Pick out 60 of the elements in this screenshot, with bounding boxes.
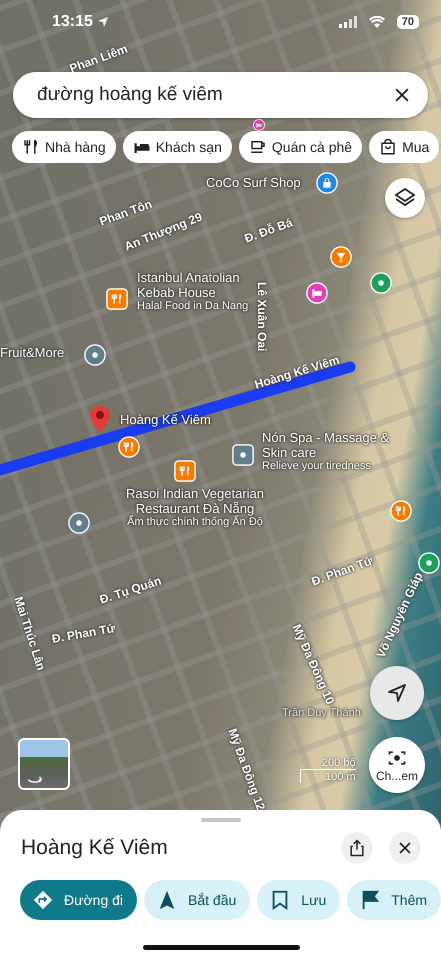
place-label[interactable]: CoCo Surf Shop [206, 175, 301, 190]
action-button[interactable]: Đường đi [20, 880, 138, 920]
share-button[interactable] [341, 832, 373, 864]
cup-icon [248, 138, 267, 156]
status-time: 13:15 [52, 13, 93, 31]
layers-button[interactable] [385, 178, 425, 218]
location-pin-icon[interactable] [88, 404, 112, 434]
street-label: Mỹ Đa Đông 10 [290, 622, 338, 706]
street-label: Phan Tôn [98, 196, 154, 229]
map-pin-icon[interactable] [370, 272, 392, 294]
scale-bar: 100 m [300, 769, 356, 783]
street-label: Hoàng Kế Viêm [252, 352, 342, 392]
street-label: Mỹ Đa Đông 12 [225, 726, 268, 812]
street-label: Đ. Phan Tứ [310, 554, 375, 589]
place-subtitle: Halal Food in Da Nang [137, 300, 248, 313]
action-button[interactable]: Thêm [347, 880, 441, 920]
street-label: Đ. Đỗ Bá [242, 215, 294, 246]
map-pin-icon[interactable] [418, 552, 440, 574]
shopping-bag-icon [379, 138, 398, 156]
navigation-arrow-icon [385, 681, 409, 705]
fork-knife-icon[interactable] [118, 436, 140, 458]
place-label[interactable]: Rasoi Indian Vegetarian Restaurant Đà Nẵng [110, 486, 280, 516]
place-label[interactable]: Fruit&More [0, 345, 64, 360]
scale-label: 200 bộ [322, 757, 356, 769]
street-view-thumbnail[interactable] [18, 738, 70, 790]
street-label: Lê Xuân Oai [255, 282, 269, 352]
fork-knife-icon[interactable] [106, 288, 128, 310]
location-arrow-icon [96, 16, 109, 28]
action-button[interactable]: Lưu [257, 880, 340, 920]
action-button[interactable]: Bắt đầu [144, 880, 250, 920]
street-label: Đ. Phan Tứ [50, 620, 116, 646]
fork-knife-icon[interactable] [174, 460, 196, 482]
category-chip[interactable]: Quán cà phê [238, 131, 362, 163]
map-pin-icon[interactable] [84, 344, 106, 366]
diamond-arrow-icon [32, 889, 54, 911]
close-button[interactable] [389, 832, 421, 864]
category-chip[interactable]: Khách sạn [122, 131, 232, 163]
rotate-arrow-icon [26, 775, 44, 784]
shopping-bag-icon[interactable] [316, 172, 338, 194]
search-field[interactable]: đường hoàng kế viêm [13, 72, 428, 118]
place-subtitle: Relieve your tiredness [262, 460, 371, 473]
bed-icon[interactable] [253, 119, 265, 131]
place-subtitle: Ẩm thực chính thống Ấn Độ [127, 516, 263, 529]
navigation-button[interactable] [370, 666, 424, 720]
map-pin-icon[interactable] [68, 512, 90, 534]
drag-handle[interactable] [200, 818, 240, 822]
fork-knife-icon [22, 138, 40, 156]
battery-indicator: 70 [396, 15, 419, 29]
bed-icon[interactable] [306, 282, 328, 304]
search-input[interactable]: đường hoàng kế viêm [37, 84, 392, 106]
street-label: Đ. Tụ Quán [98, 574, 164, 607]
signal-icon [338, 16, 357, 28]
category-chip[interactable]: Mua [369, 131, 440, 163]
place-title: Hoàng Kế Viêm [21, 836, 169, 860]
cocktail-icon[interactable] [330, 246, 352, 268]
camera-button[interactable]: Ch...em [369, 737, 425, 793]
wifi-icon [368, 16, 385, 28]
category-chip[interactable]: Nhà hàng [12, 131, 116, 163]
street-label: Mai Thúc Lân [11, 594, 48, 672]
place-label[interactable]: Nón Spa - Massage & Skin care [262, 430, 412, 460]
